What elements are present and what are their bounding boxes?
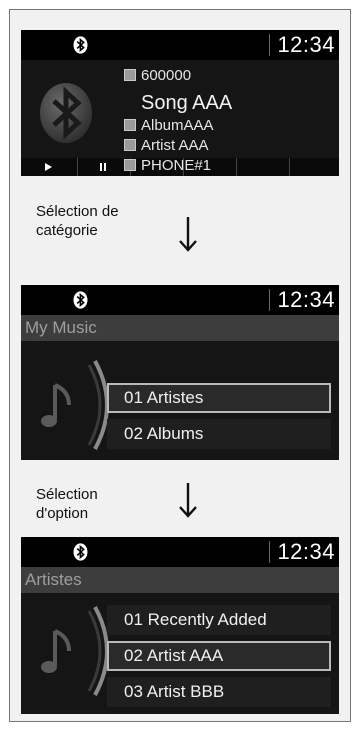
- clock-divider: [269, 541, 270, 563]
- album-icon: [124, 119, 136, 131]
- list-item-artistes[interactable]: 01 Artistes: [107, 383, 331, 413]
- clock: 12:34: [277, 287, 335, 312]
- clock: 12:34: [277, 32, 335, 57]
- source-name: PHONE#1: [141, 157, 212, 174]
- album-name: AlbumAAA: [141, 117, 214, 134]
- artist-icon: [124, 139, 136, 151]
- menu-header: My Music: [21, 315, 339, 341]
- list-item-artist-aaa[interactable]: 02 Artist AAA: [107, 641, 331, 671]
- option-screen: 12:34 Artistes 01 Recently Added 02 Arti…: [21, 537, 339, 714]
- bluetooth-icon: [73, 291, 88, 309]
- pause-icon: [100, 163, 106, 171]
- phone-icon: [124, 159, 136, 171]
- artist-row: Artist AAA: [124, 136, 209, 156]
- arrow-down-icon: [179, 483, 197, 518]
- bluetooth-icon: [40, 83, 92, 143]
- play-button[interactable]: [21, 158, 78, 176]
- category-screen: 12:34 My Music 01 Artistes 02 Albums: [21, 285, 339, 460]
- play-icon: [45, 163, 52, 171]
- menu-header: Artistes: [21, 567, 339, 593]
- list-item-albums[interactable]: 02 Albums: [107, 419, 331, 449]
- bluetooth-icon: [73, 543, 88, 561]
- clock: 12:34: [277, 539, 335, 564]
- track-number: 600000: [141, 67, 192, 84]
- list-item-recently-added[interactable]: 01 Recently Added: [107, 605, 331, 635]
- music-note-icon: [124, 69, 136, 81]
- now-playing-screen: 12:34 600000 Song AAA AlbumAAA Artist AA…: [21, 30, 339, 176]
- clock-divider: [269, 34, 270, 56]
- artist-name: Artist AAA: [141, 137, 209, 154]
- clock-divider: [269, 289, 270, 311]
- control-slot: [237, 158, 290, 176]
- bluetooth-icon: [73, 36, 88, 54]
- caption-category-selection: Sélection de catégorie: [36, 203, 119, 239]
- album-row: AlbumAAA: [124, 116, 214, 136]
- caption-option-selection: Sélection d'option: [36, 486, 98, 522]
- list-item-artist-bbb[interactable]: 03 Artist BBB: [107, 677, 331, 707]
- song-title: Song AAA: [141, 92, 233, 114]
- status-bar: 12:34: [21, 285, 339, 315]
- track-number-row: 600000: [124, 66, 191, 86]
- arrow-down-icon: [179, 217, 197, 252]
- status-bar: 12:34: [21, 30, 339, 60]
- status-bar: 12:34: [21, 537, 339, 567]
- source-row: PHONE#1: [124, 156, 211, 176]
